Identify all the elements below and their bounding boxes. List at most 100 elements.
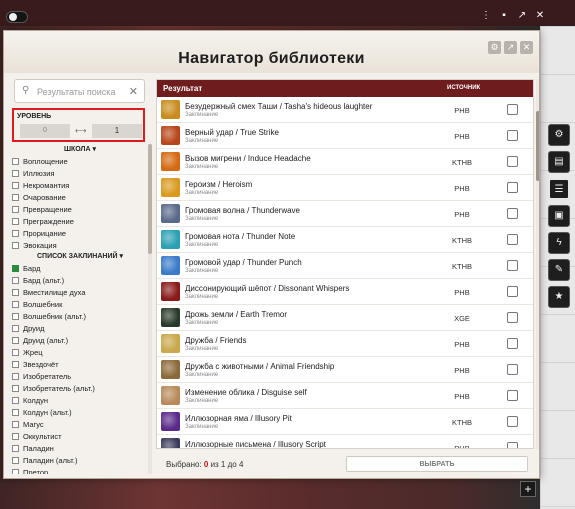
spell-list-header[interactable]: СПИСОК ЗАКЛИНАНИЙ ▾: [12, 251, 148, 262]
checkbox[interactable]: [12, 336, 19, 344]
spell-list-filter-item[interactable]: Бард (альт.): [12, 274, 148, 286]
table-row[interactable]: Громовая волна / Thunderwave Заклинание PH…: [157, 201, 533, 227]
spell-list-filter-item[interactable]: Друид: [12, 322, 148, 334]
table-row[interactable]: Безудержный смех Таши / Tasha's hideous …: [157, 97, 533, 123]
level-max-slider[interactable]: 1: [92, 124, 142, 138]
clear-search-icon[interactable]: ✕: [129, 85, 138, 98]
level-min-slider[interactable]: 0: [20, 124, 70, 138]
spell-name[interactable]: Дрожь земли / Earth Tremor: [185, 310, 287, 319]
spell-list-filter-item[interactable]: Жрец: [12, 346, 148, 358]
checkbox[interactable]: [12, 360, 19, 368]
spell-name[interactable]: Безудержный смех Таши / Tasha's hideous …: [185, 102, 372, 111]
popout-icon[interactable]: ↗: [517, 10, 527, 22]
checkbox[interactable]: [12, 157, 19, 165]
row-checkbox[interactable]: [507, 416, 518, 427]
spell-name[interactable]: Изменение облика / Disguise self: [185, 388, 307, 397]
checkbox[interactable]: [12, 288, 19, 296]
school-filter-item[interactable]: Некромантия: [12, 179, 148, 191]
spell-name[interactable]: Громовая волна / Thunderwave: [185, 206, 300, 215]
table-row[interactable]: Дрожь земли / Earth Tremor Заклинание XGE: [157, 305, 533, 331]
spell-name[interactable]: Иллюзорные письмена / Illusory Script: [185, 440, 326, 448]
spell-name[interactable]: Дружба с животными / Animal Friendship: [185, 362, 334, 371]
checkbox[interactable]: [12, 276, 19, 284]
filter-scrollbar[interactable]: [148, 144, 152, 474]
close-icon[interactable]: ✕: [535, 10, 545, 22]
checkbox[interactable]: [12, 348, 19, 356]
spell-list-filter-item[interactable]: Колдун (альт.): [12, 406, 148, 418]
spell-name[interactable]: Громовой удар / Thunder Punch: [185, 258, 302, 267]
spell-list-filter-item[interactable]: Волшебник: [12, 298, 148, 310]
results-scrollbar[interactable]: [536, 79, 539, 449]
checkbox[interactable]: [12, 229, 19, 237]
school-filter-item[interactable]: Преграждение: [12, 215, 148, 227]
checkbox[interactable]: [12, 420, 19, 428]
row-checkbox[interactable]: [507, 182, 518, 193]
table-row[interactable]: Изменение облика / Disguise self Заклинан…: [157, 383, 533, 409]
spell-list-filter-item[interactable]: Магус: [12, 418, 148, 430]
checkbox[interactable]: [12, 468, 19, 474]
popout-icon[interactable]: ↗: [504, 41, 517, 54]
spell-name[interactable]: Громовая нота / Thunder Note: [185, 232, 295, 241]
checkbox[interactable]: [12, 432, 19, 440]
checkbox[interactable]: [12, 408, 19, 416]
scrollbar-thumb[interactable]: [536, 111, 539, 181]
row-checkbox[interactable]: [507, 312, 518, 323]
school-filter-item[interactable]: Превращение: [12, 203, 148, 215]
menu-icon[interactable]: ⋮: [481, 10, 491, 22]
spell-name[interactable]: Вызов мигрени / Induce Headache: [185, 154, 311, 163]
spell-list-filter-item[interactable]: Изобретатель (альт.): [12, 382, 148, 394]
spell-list-filter-item[interactable]: Паладин (альт.): [12, 454, 148, 466]
spell-name[interactable]: Дружба / Friends: [185, 336, 247, 345]
print-icon[interactable]: ▤: [548, 151, 570, 173]
minimize-icon[interactable]: ▪: [499, 10, 509, 22]
source-column-header[interactable]: ИСТОЧНИК: [447, 85, 480, 91]
select-button[interactable]: ВЫБРАТЬ: [346, 456, 528, 472]
school-filter-item[interactable]: Воплощение: [12, 155, 148, 167]
school-filter-item[interactable]: Очарование: [12, 191, 148, 203]
row-checkbox[interactable]: [507, 364, 518, 375]
spell-list-filter-item[interactable]: Звездочёт: [12, 358, 148, 370]
table-row[interactable]: Героизм / Heroism Заклинание PHB: [157, 175, 533, 201]
checkbox[interactable]: [12, 264, 19, 272]
row-checkbox[interactable]: [507, 390, 518, 401]
table-row[interactable]: Иллюзорная яма / Illusory Pit Заклинание K…: [157, 409, 533, 435]
settings-icon[interactable]: ⚙: [488, 41, 501, 54]
lightning-icon[interactable]: ϟ: [548, 232, 570, 254]
checkbox[interactable]: [12, 312, 19, 320]
table-row[interactable]: Дружба / Friends Заклинание PHB: [157, 331, 533, 357]
table-row[interactable]: Иллюзорные письмена / Illusory ScriptЗак…: [157, 435, 533, 448]
school-header[interactable]: ШКОЛА ▾: [12, 144, 148, 155]
school-filter-item[interactable]: Эвокация: [12, 239, 148, 251]
star-icon[interactable]: ★: [548, 286, 570, 308]
row-checkbox[interactable]: [507, 338, 518, 349]
result-column-header[interactable]: Результат: [163, 84, 202, 93]
row-checkbox[interactable]: [507, 130, 518, 141]
table-row[interactable]: Громовая нота / Thunder Note Заклинание KT…: [157, 227, 533, 253]
row-checkbox[interactable]: [507, 260, 518, 271]
spell-list-filter-item[interactable]: Бард: [12, 262, 148, 274]
list-icon[interactable]: ☰: [548, 178, 570, 200]
school-filter-item[interactable]: Прорицание: [12, 227, 148, 239]
table-row[interactable]: Вызов мигрени / Induce Headache Заклинани…: [157, 149, 533, 175]
search-input[interactable]: ⚲ Результаты поиска ✕: [14, 79, 145, 103]
spell-list-filter-item[interactable]: Претор: [12, 466, 148, 474]
row-checkbox[interactable]: [507, 286, 518, 297]
table-row[interactable]: Верный удар / True Strike Заклинание PHB: [157, 123, 533, 149]
school-filter-item[interactable]: Иллюзия: [12, 167, 148, 179]
table-row[interactable]: Диссонирующий шёпот / Dissonant Whispers…: [157, 279, 533, 305]
row-checkbox[interactable]: [507, 208, 518, 219]
close-icon[interactable]: ✕: [520, 41, 533, 54]
checkbox[interactable]: [12, 181, 19, 189]
row-checkbox[interactable]: [507, 156, 518, 167]
checkbox[interactable]: [12, 384, 19, 392]
sidebar-toggle[interactable]: [6, 11, 28, 23]
save-icon[interactable]: ▣: [548, 205, 570, 227]
checkbox[interactable]: [12, 193, 19, 201]
scrollbar-thumb[interactable]: [148, 144, 152, 254]
checkbox[interactable]: [12, 300, 19, 308]
checkbox[interactable]: [12, 372, 19, 380]
table-row[interactable]: Дружба с животными / Animal Friendship За…: [157, 357, 533, 383]
spell-list-filter-item[interactable]: Паладин: [12, 442, 148, 454]
gear-icon[interactable]: ⚙: [548, 124, 570, 146]
row-checkbox[interactable]: [507, 234, 518, 245]
